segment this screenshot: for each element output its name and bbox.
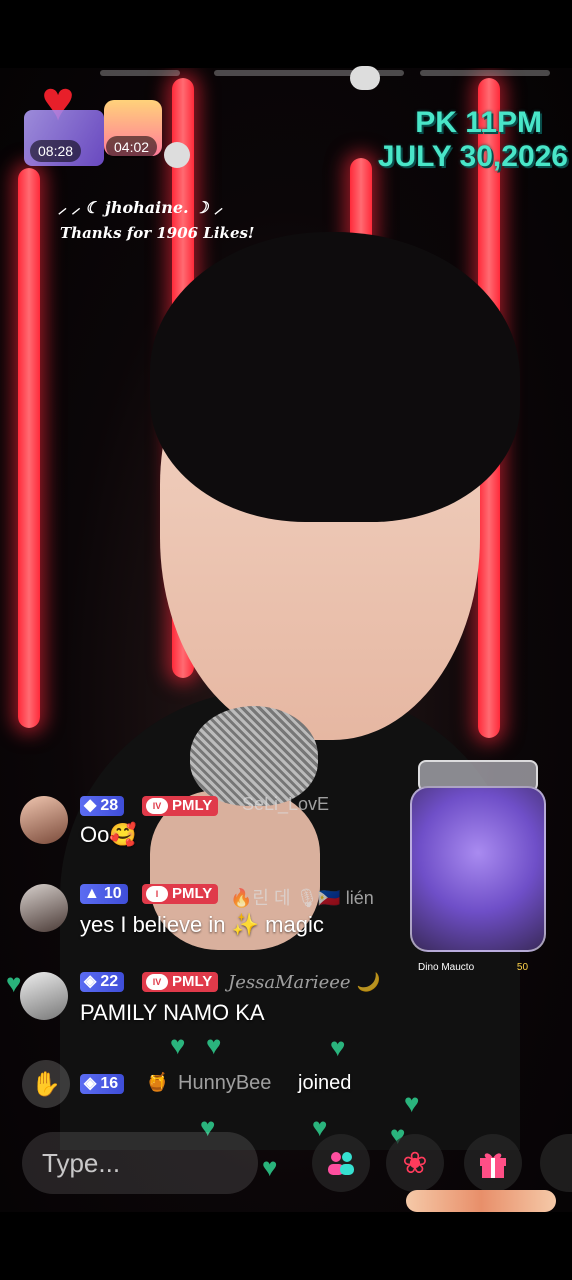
chat-text: Oo🥰 <box>80 822 137 847</box>
chat-text: PAMILY NAMO KA <box>80 1000 265 1025</box>
floating-heart-icon: ♥ <box>6 968 22 998</box>
team-name: PMLY <box>172 797 213 814</box>
floating-heart-icon: ♥ <box>404 1088 420 1118</box>
chat-message: ▲ 10 I PMLY 🔥린 데 🎙🇵🇭 lién yes I believe in… <box>20 884 420 940</box>
level-number: 28 <box>100 797 119 814</box>
diamond-icon: ◈ <box>84 1075 97 1092</box>
chat-username[interactable]: SeLi_LovE <box>242 794 329 815</box>
rose-icon: ❀ <box>402 1146 428 1180</box>
chat-message: ◆ 28 IV PMLY SeLi_LovE Oo🥰 <box>20 794 420 852</box>
microphone <box>190 706 318 806</box>
gift-button[interactable] <box>464 1134 522 1192</box>
floating-heart-icon: ♥ <box>206 1030 222 1060</box>
thanks-user: ⸝ ⸝ ☾ jhohaine. ☽ ⸝ <box>58 198 223 217</box>
avatar[interactable] <box>20 972 68 1020</box>
diamond-icon: ◆ <box>84 797 97 814</box>
candy-jar-widget[interactable] <box>410 760 546 952</box>
top-indicator <box>420 70 550 76</box>
team-name: PMLY <box>172 973 213 990</box>
heart-icon: IV <box>146 798 168 814</box>
multi-guest-button[interactable] <box>312 1134 370 1192</box>
team-badge: I PMLY <box>142 884 219 904</box>
team-name: PMLY <box>172 885 213 902</box>
top-indicator <box>100 70 180 76</box>
pk-time-label: PK 11PM <box>415 106 542 139</box>
join-username[interactable]: HunnyBee <box>178 1072 271 1095</box>
honey-pot-icon: 🍯 <box>146 1072 169 1092</box>
chat-username[interactable]: 🔥린 데 🎙🇵🇭 lién <box>230 884 374 910</box>
triangle-icon: ▲ <box>84 885 100 902</box>
gift-icon <box>480 1153 506 1178</box>
avatar[interactable] <box>20 796 68 844</box>
neon-light-left <box>18 168 40 728</box>
comment-input[interactable]: Type... <box>22 1132 258 1194</box>
join-action: joined <box>298 1072 352 1094</box>
jar-body <box>410 786 546 952</box>
level-badge: ▲ 10 <box>80 884 128 904</box>
timer-right: 04:02 <box>106 136 158 158</box>
wave-icon: ✋ <box>31 1070 61 1098</box>
heart-icon: IV <box>146 974 168 990</box>
level-number: 22 <box>100 973 119 990</box>
floating-heart-icon: ♥ <box>262 1152 278 1182</box>
level-badge: ◈ 16 <box>80 1074 125 1094</box>
pk-mini-score: 50 <box>516 962 529 973</box>
streamer-hair <box>150 232 520 522</box>
level-badge: ◆ 28 <box>80 796 125 816</box>
timer-left: 08:28 <box>30 140 82 162</box>
pk-date-label: JULY 30,2026 <box>377 140 568 173</box>
scroll-handle[interactable] <box>350 66 380 90</box>
level-number: 16 <box>100 1075 119 1092</box>
team-badge: IV PMLY <box>142 972 219 992</box>
pk-mini-bar[interactable]: Dino Maucto 50 <box>418 962 528 973</box>
rose-button[interactable]: ❀ <box>386 1134 444 1192</box>
avatar[interactable] <box>164 142 190 168</box>
team-badge: IV PMLY <box>142 796 219 816</box>
people-icon <box>328 1152 354 1175</box>
heart-icon: I <box>146 886 168 902</box>
chat-message: ◈ 22 IV PMLY JessaMarieee 🌙 PAMILY NAMO KA <box>20 972 420 1028</box>
avatar[interactable] <box>20 884 68 932</box>
floating-heart-icon: ♥ <box>330 1032 346 1062</box>
comment-placeholder: Type... <box>42 1148 121 1178</box>
diamond-icon: ◈ <box>84 973 97 990</box>
level-number: 10 <box>103 885 122 902</box>
pk-mini-name: Dino Maucto <box>418 962 475 973</box>
chat-username[interactable]: JessaMarieee 🌙 <box>228 972 379 993</box>
wave-button[interactable]: ✋ <box>22 1060 70 1108</box>
floating-heart-icon: ♥ <box>170 1030 186 1060</box>
chat-text: yes I believe in ✨ magic <box>80 912 324 937</box>
thanks-likes: Thanks for 1906 Likes! <box>60 224 255 242</box>
gift-strip[interactable] <box>406 1190 556 1212</box>
level-badge: ◈ 22 <box>80 972 125 992</box>
